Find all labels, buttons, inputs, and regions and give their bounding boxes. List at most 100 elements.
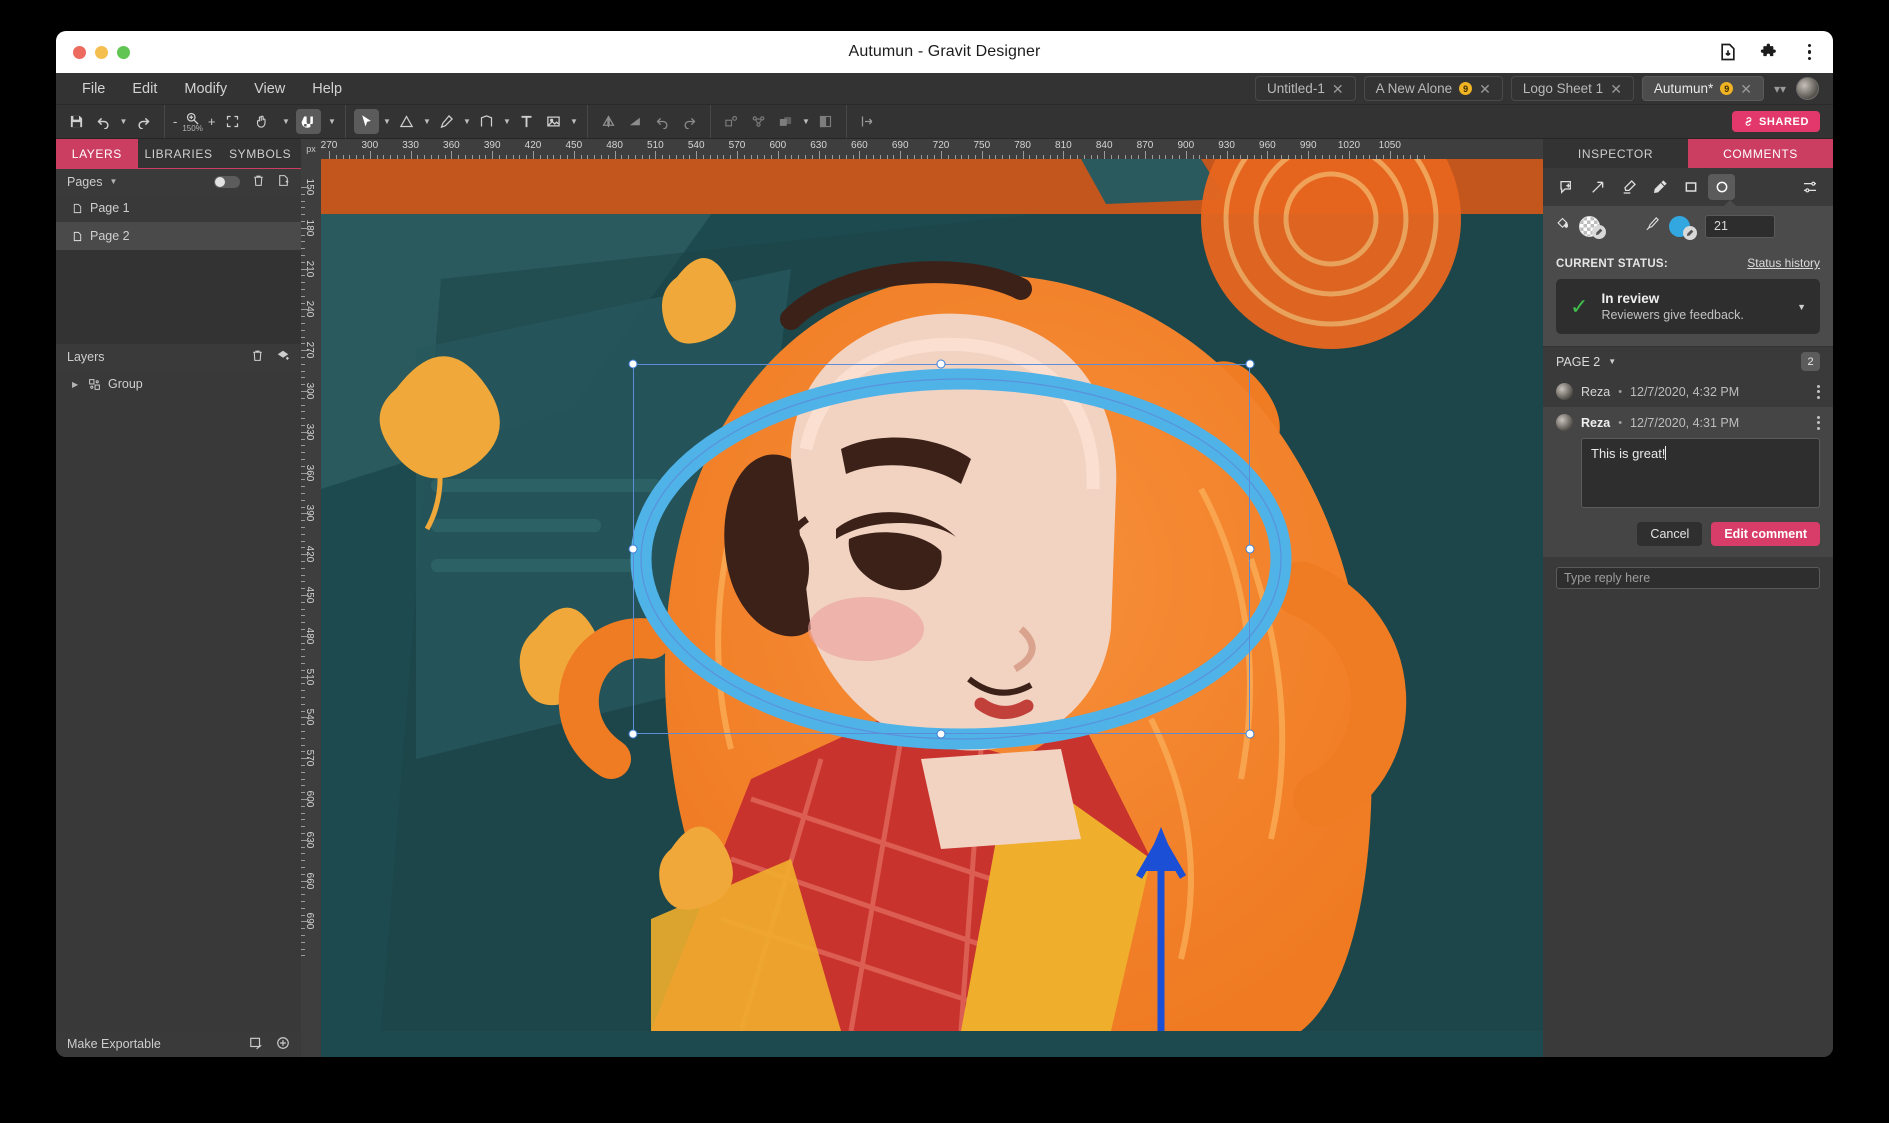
comments-page-header[interactable]: PAGE 2 ▼ 2 — [1543, 346, 1833, 376]
hand-icon[interactable] — [250, 109, 275, 134]
comment-item-editing[interactable]: Reza • 12/7/2020, 4:31 PM — [1543, 407, 1833, 438]
bezigon-icon[interactable] — [474, 109, 499, 134]
text-icon[interactable] — [514, 109, 539, 134]
page-item-page-1[interactable]: Page 1 — [56, 194, 301, 222]
ellipse-icon[interactable] — [1708, 174, 1735, 200]
edit-stroke-icon[interactable] — [1683, 225, 1697, 240]
close-icon[interactable]: ✕ — [1479, 82, 1491, 96]
menu-item-file[interactable]: File — [71, 77, 116, 101]
zoom-out-button[interactable]: - — [173, 114, 177, 129]
rotate-right-icon[interactable] — [677, 109, 702, 134]
flip-vertical-icon[interactable] — [623, 109, 648, 134]
edit-fill-icon[interactable] — [1592, 224, 1606, 239]
fill-color-swatch[interactable] — [1579, 215, 1606, 239]
pages-visibility-toggle[interactable] — [214, 175, 240, 188]
vertical-ruler[interactable]: 150 180 210 240 270 300 330 360 390 420 450 480 510 5… — [301, 159, 321, 1057]
boolean-icon[interactable] — [773, 109, 798, 134]
save-icon[interactable] — [64, 109, 89, 134]
menu-item-help[interactable]: Help — [301, 77, 353, 101]
add-circle-icon[interactable] — [276, 1036, 290, 1053]
zoom-in-button[interactable]: + — [208, 114, 216, 129]
menu-item-view[interactable]: View — [243, 77, 296, 101]
edit-comment-button[interactable]: Edit comment — [1711, 522, 1820, 546]
chevron-down-icon[interactable]: ▼ — [421, 111, 432, 133]
document-tab-untitled-1[interactable]: Untitled-1 ✕ — [1255, 76, 1356, 101]
chevron-down-icon[interactable]: ▼ — [1797, 302, 1806, 312]
tab-libraries[interactable]: LIBRARIES — [137, 139, 220, 168]
magnet-icon[interactable] — [296, 109, 322, 134]
document-tab-autumun[interactable]: Autumun* 9 ✕ — [1641, 76, 1764, 101]
add-layer-icon[interactable] — [276, 349, 290, 366]
close-icon[interactable]: ✕ — [1332, 82, 1344, 96]
document-tab-logo-sheet-1[interactable]: Logo Sheet 1 ✕ — [1510, 76, 1634, 101]
selection-handle-s[interactable] — [936, 729, 946, 739]
layer-item-group[interactable]: ▶ Group — [56, 370, 301, 398]
trash-icon[interactable] — [251, 349, 264, 365]
image-icon[interactable] — [541, 109, 566, 134]
chevron-down-icon[interactable]: ▼ — [326, 111, 337, 133]
selection-handle-w[interactable] — [628, 544, 638, 554]
shape-icon[interactable] — [394, 109, 419, 134]
export-icon[interactable] — [855, 109, 880, 134]
comment-edit-input[interactable]: This is great! — [1581, 438, 1820, 508]
rotate-left-icon[interactable] — [650, 109, 675, 134]
chevron-down-icon[interactable]: ▼ — [461, 111, 472, 133]
tab-layers[interactable]: LAYERS — [56, 139, 138, 168]
cancel-button[interactable]: Cancel — [1637, 522, 1703, 546]
status-card[interactable]: ✓ In review Reviewers give feedback. ▼ — [1556, 279, 1820, 334]
undo-icon[interactable] — [91, 109, 116, 134]
arrow-icon[interactable] — [1584, 174, 1611, 200]
slice-icon[interactable] — [249, 1036, 263, 1053]
close-icon[interactable]: ✕ — [1610, 82, 1622, 96]
chevron-right-icon[interactable]: ▶ — [72, 380, 81, 389]
comment-item[interactable]: Reza • 12/7/2020, 4:32 PM — [1543, 376, 1833, 407]
path-knife-icon[interactable] — [746, 109, 771, 134]
selection-handle-ne[interactable] — [1245, 359, 1255, 369]
chevron-down-icon[interactable]: ▼ — [1608, 357, 1616, 366]
selection-handle-se[interactable] — [1245, 729, 1255, 739]
mask-icon[interactable] — [813, 109, 838, 134]
pen-nib-icon[interactable] — [1645, 216, 1660, 236]
horizontal-ruler[interactable]: px 270 300 330 360 390 420 450 480 510 540 570 600 6… — [301, 139, 1543, 159]
selection-handle-e[interactable] — [1245, 544, 1255, 554]
settings-sliders-icon[interactable] — [1796, 174, 1823, 200]
tab-symbols[interactable]: SYMBOLS — [219, 139, 302, 168]
chevron-down-icon[interactable]: ▼ — [118, 111, 129, 133]
rectangle-icon[interactable] — [1677, 174, 1704, 200]
chevron-down-icon[interactable]: ▼ — [501, 111, 512, 133]
tab-comments[interactable]: COMMENTS — [1688, 139, 1833, 168]
chevron-down-icon[interactable]: ▼ — [800, 111, 811, 133]
marker-pen-icon[interactable] — [1646, 174, 1673, 200]
paint-bucket-icon[interactable] — [1555, 216, 1570, 236]
avatar[interactable] — [1796, 77, 1819, 100]
add-page-icon[interactable] — [277, 174, 290, 190]
tab-inspector[interactable]: INSPECTOR — [1543, 139, 1688, 168]
comment-menu-icon[interactable] — [1817, 384, 1820, 399]
selection-handle-sw[interactable] — [628, 729, 638, 739]
selection-handle-n[interactable] — [936, 359, 946, 369]
comment-menu-icon[interactable] — [1817, 415, 1820, 430]
chevron-down-icon[interactable]: ▾▾ — [1772, 82, 1788, 96]
chevron-down-icon[interactable]: ▼ — [280, 111, 291, 133]
trash-icon[interactable] — [252, 174, 265, 190]
comment-pin-icon[interactable] — [1553, 174, 1580, 200]
design-canvas[interactable] — [321, 159, 1543, 1057]
menu-item-edit[interactable]: Edit — [121, 77, 168, 101]
pen-icon[interactable] — [434, 109, 459, 134]
page-item-page-2[interactable]: Page 2 — [56, 222, 301, 250]
make-exportable-bar[interactable]: Make Exportable — [56, 1031, 301, 1057]
redo-icon[interactable] — [131, 109, 156, 134]
pointer-icon[interactable] — [354, 109, 380, 134]
close-icon[interactable]: ✕ — [1740, 82, 1752, 96]
stroke-width-input[interactable]: 21 — [1705, 214, 1775, 238]
reply-input[interactable]: Type reply here — [1556, 567, 1820, 589]
chevron-down-icon[interactable]: ▼ — [109, 177, 117, 186]
status-history-link[interactable]: Status history — [1747, 256, 1820, 270]
stroke-color-swatch[interactable] — [1669, 215, 1697, 240]
highlighter-icon[interactable] — [1615, 174, 1642, 200]
chevron-down-icon[interactable]: ▼ — [568, 111, 579, 133]
menu-item-modify[interactable]: Modify — [173, 77, 238, 101]
selection-handle-nw[interactable] — [628, 359, 638, 369]
shared-button[interactable]: SHARED — [1731, 111, 1820, 132]
fit-icon[interactable] — [220, 109, 245, 134]
